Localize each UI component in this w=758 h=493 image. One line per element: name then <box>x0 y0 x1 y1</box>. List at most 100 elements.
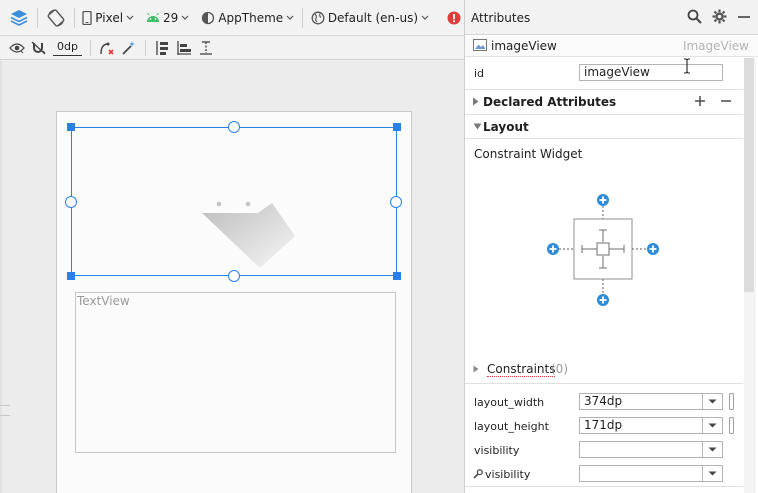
view-options-button[interactable] <box>6 37 28 59</box>
imageview-selection[interactable] <box>71 127 397 276</box>
chevron-down-icon <box>181 15 189 20</box>
attributes-panel: Attributes imageView ImageView id imageV… <box>464 0 758 493</box>
tools-visibility-combo[interactable] <box>579 465 723 482</box>
id-value: imageView <box>584 65 650 79</box>
default-margin-selector[interactable]: 0dp <box>53 40 82 56</box>
guidelines-button[interactable] <box>195 37 217 59</box>
anchor-handle-left[interactable] <box>65 196 77 208</box>
tools-visibility-label: visibility <box>485 468 531 481</box>
guideline-icon <box>199 40 212 55</box>
image-icon <box>473 39 487 51</box>
theme-label: AppTheme <box>218 10 284 25</box>
chevron-down-icon <box>708 447 717 452</box>
api-level-label: 29 <box>163 10 179 25</box>
constraints-count: (0) <box>551 362 568 376</box>
layout-width-label: layout_width <box>474 396 545 409</box>
anchor-handle-right[interactable] <box>390 196 402 208</box>
declared-attributes-title: Declared Attributes <box>483 95 617 109</box>
gutter-marker <box>0 405 10 406</box>
layers-button[interactable] <box>6 7 32 29</box>
resize-handle-top-left[interactable] <box>67 123 75 131</box>
visibility-combo[interactable] <box>579 441 723 458</box>
attributes-header: Attributes <box>465 0 758 35</box>
device-selector[interactable]: Pixel <box>79 7 137 29</box>
resize-handle-bottom-right[interactable] <box>393 272 401 280</box>
dropdown-arrow[interactable] <box>702 418 722 433</box>
locale-selector[interactable]: Default (en-us) <box>308 7 432 29</box>
rotate-device-icon <box>47 8 65 27</box>
anchor-handle-bottom[interactable] <box>228 270 240 282</box>
layout-width-combo[interactable]: 374dp <box>579 393 723 410</box>
device-label: Pixel <box>95 10 124 25</box>
dropdown-arrow[interactable] <box>702 466 722 481</box>
clear-constraints-button[interactable] <box>96 37 118 59</box>
chevron-down-icon <box>708 399 717 404</box>
layout-height-value: 171dp <box>584 418 623 432</box>
constraints-label: Constraints <box>487 362 556 377</box>
component-type: ImageView <box>682 39 749 53</box>
editor-toolbar: Pixel 29 AppTheme Default (en-us) <box>0 0 464 36</box>
remove-icon[interactable] <box>720 95 732 107</box>
declared-attributes-section[interactable]: Declared Attributes <box>465 89 743 112</box>
dropdown-arrow[interactable] <box>702 442 722 457</box>
android-icon <box>147 12 160 22</box>
default-margin-label: 0dp <box>57 39 78 53</box>
locale-label: Default (en-us) <box>327 10 419 25</box>
autoconnect-toggle[interactable] <box>28 37 50 59</box>
orientation-button[interactable] <box>43 7 69 29</box>
anchor-handle-top[interactable] <box>228 121 240 133</box>
divider <box>465 486 743 487</box>
resize-handle-bottom-left[interactable] <box>67 272 75 280</box>
magnet-off-icon <box>31 41 46 54</box>
dropdown-arrow[interactable] <box>702 394 722 409</box>
resize-handle-top-right[interactable] <box>393 123 401 131</box>
wrench-icon <box>473 469 483 479</box>
layout-height-row: layout_height 171dp <box>465 414 743 438</box>
chevron-down-icon <box>708 471 717 476</box>
theme-selector[interactable]: AppTheme <box>198 7 297 29</box>
align-button[interactable] <box>173 37 195 59</box>
chevron-down-icon <box>126 15 134 20</box>
add-icon[interactable] <box>694 95 706 107</box>
layout-section[interactable]: Layout <box>465 114 743 137</box>
resource-picker[interactable] <box>729 417 734 434</box>
align-left-icon <box>177 40 191 55</box>
constraint-toolbar: 0dp <box>0 36 464 60</box>
textview-widget[interactable]: TextView <box>75 292 396 453</box>
chevron-down-icon <box>421 15 429 20</box>
tools-visibility-row: visibility <box>465 462 743 486</box>
constraints-row[interactable]: Constraints (0) <box>465 358 743 382</box>
clear-constraints-icon <box>100 42 114 55</box>
divider <box>465 138 743 139</box>
text-cursor-icon <box>684 58 690 74</box>
visibility-row: visibility <box>465 438 743 462</box>
error-icon <box>447 11 461 24</box>
render-error-button[interactable] <box>444 7 464 29</box>
attributes-title: Attributes <box>471 11 531 25</box>
textview-text: TextView <box>77 294 130 308</box>
scrollbar-thumb[interactable] <box>744 58 754 292</box>
api-level-selector[interactable]: 29 <box>143 7 192 29</box>
minimize-icon[interactable] <box>737 10 751 24</box>
layout-title: Layout <box>483 120 529 134</box>
layout-height-combo[interactable]: 171dp <box>579 417 723 434</box>
layout-width-value: 374dp <box>584 394 623 408</box>
phone-icon <box>82 10 92 25</box>
visibility-label: visibility <box>474 444 520 457</box>
collapsed-triangle-icon <box>473 97 479 106</box>
layout-width-row: layout_width 374dp <box>465 390 743 414</box>
infer-constraints-button[interactable] <box>118 37 140 59</box>
search-icon[interactable] <box>687 9 702 24</box>
gear-icon[interactable] <box>712 9 727 24</box>
constraint-widget[interactable] <box>545 190 665 310</box>
globe-icon <box>311 11 325 24</box>
layers-icon <box>10 9 28 26</box>
id-row: id imageView <box>465 58 743 88</box>
constraint-widget-label: Constraint Widget <box>474 147 583 161</box>
chevron-down-icon <box>708 423 717 428</box>
resource-picker[interactable] <box>729 393 734 410</box>
pack-button[interactable] <box>151 37 173 59</box>
magic-wand-icon <box>122 40 135 55</box>
id-input[interactable]: imageView <box>579 64 723 81</box>
collapsed-triangle-icon <box>473 365 479 373</box>
